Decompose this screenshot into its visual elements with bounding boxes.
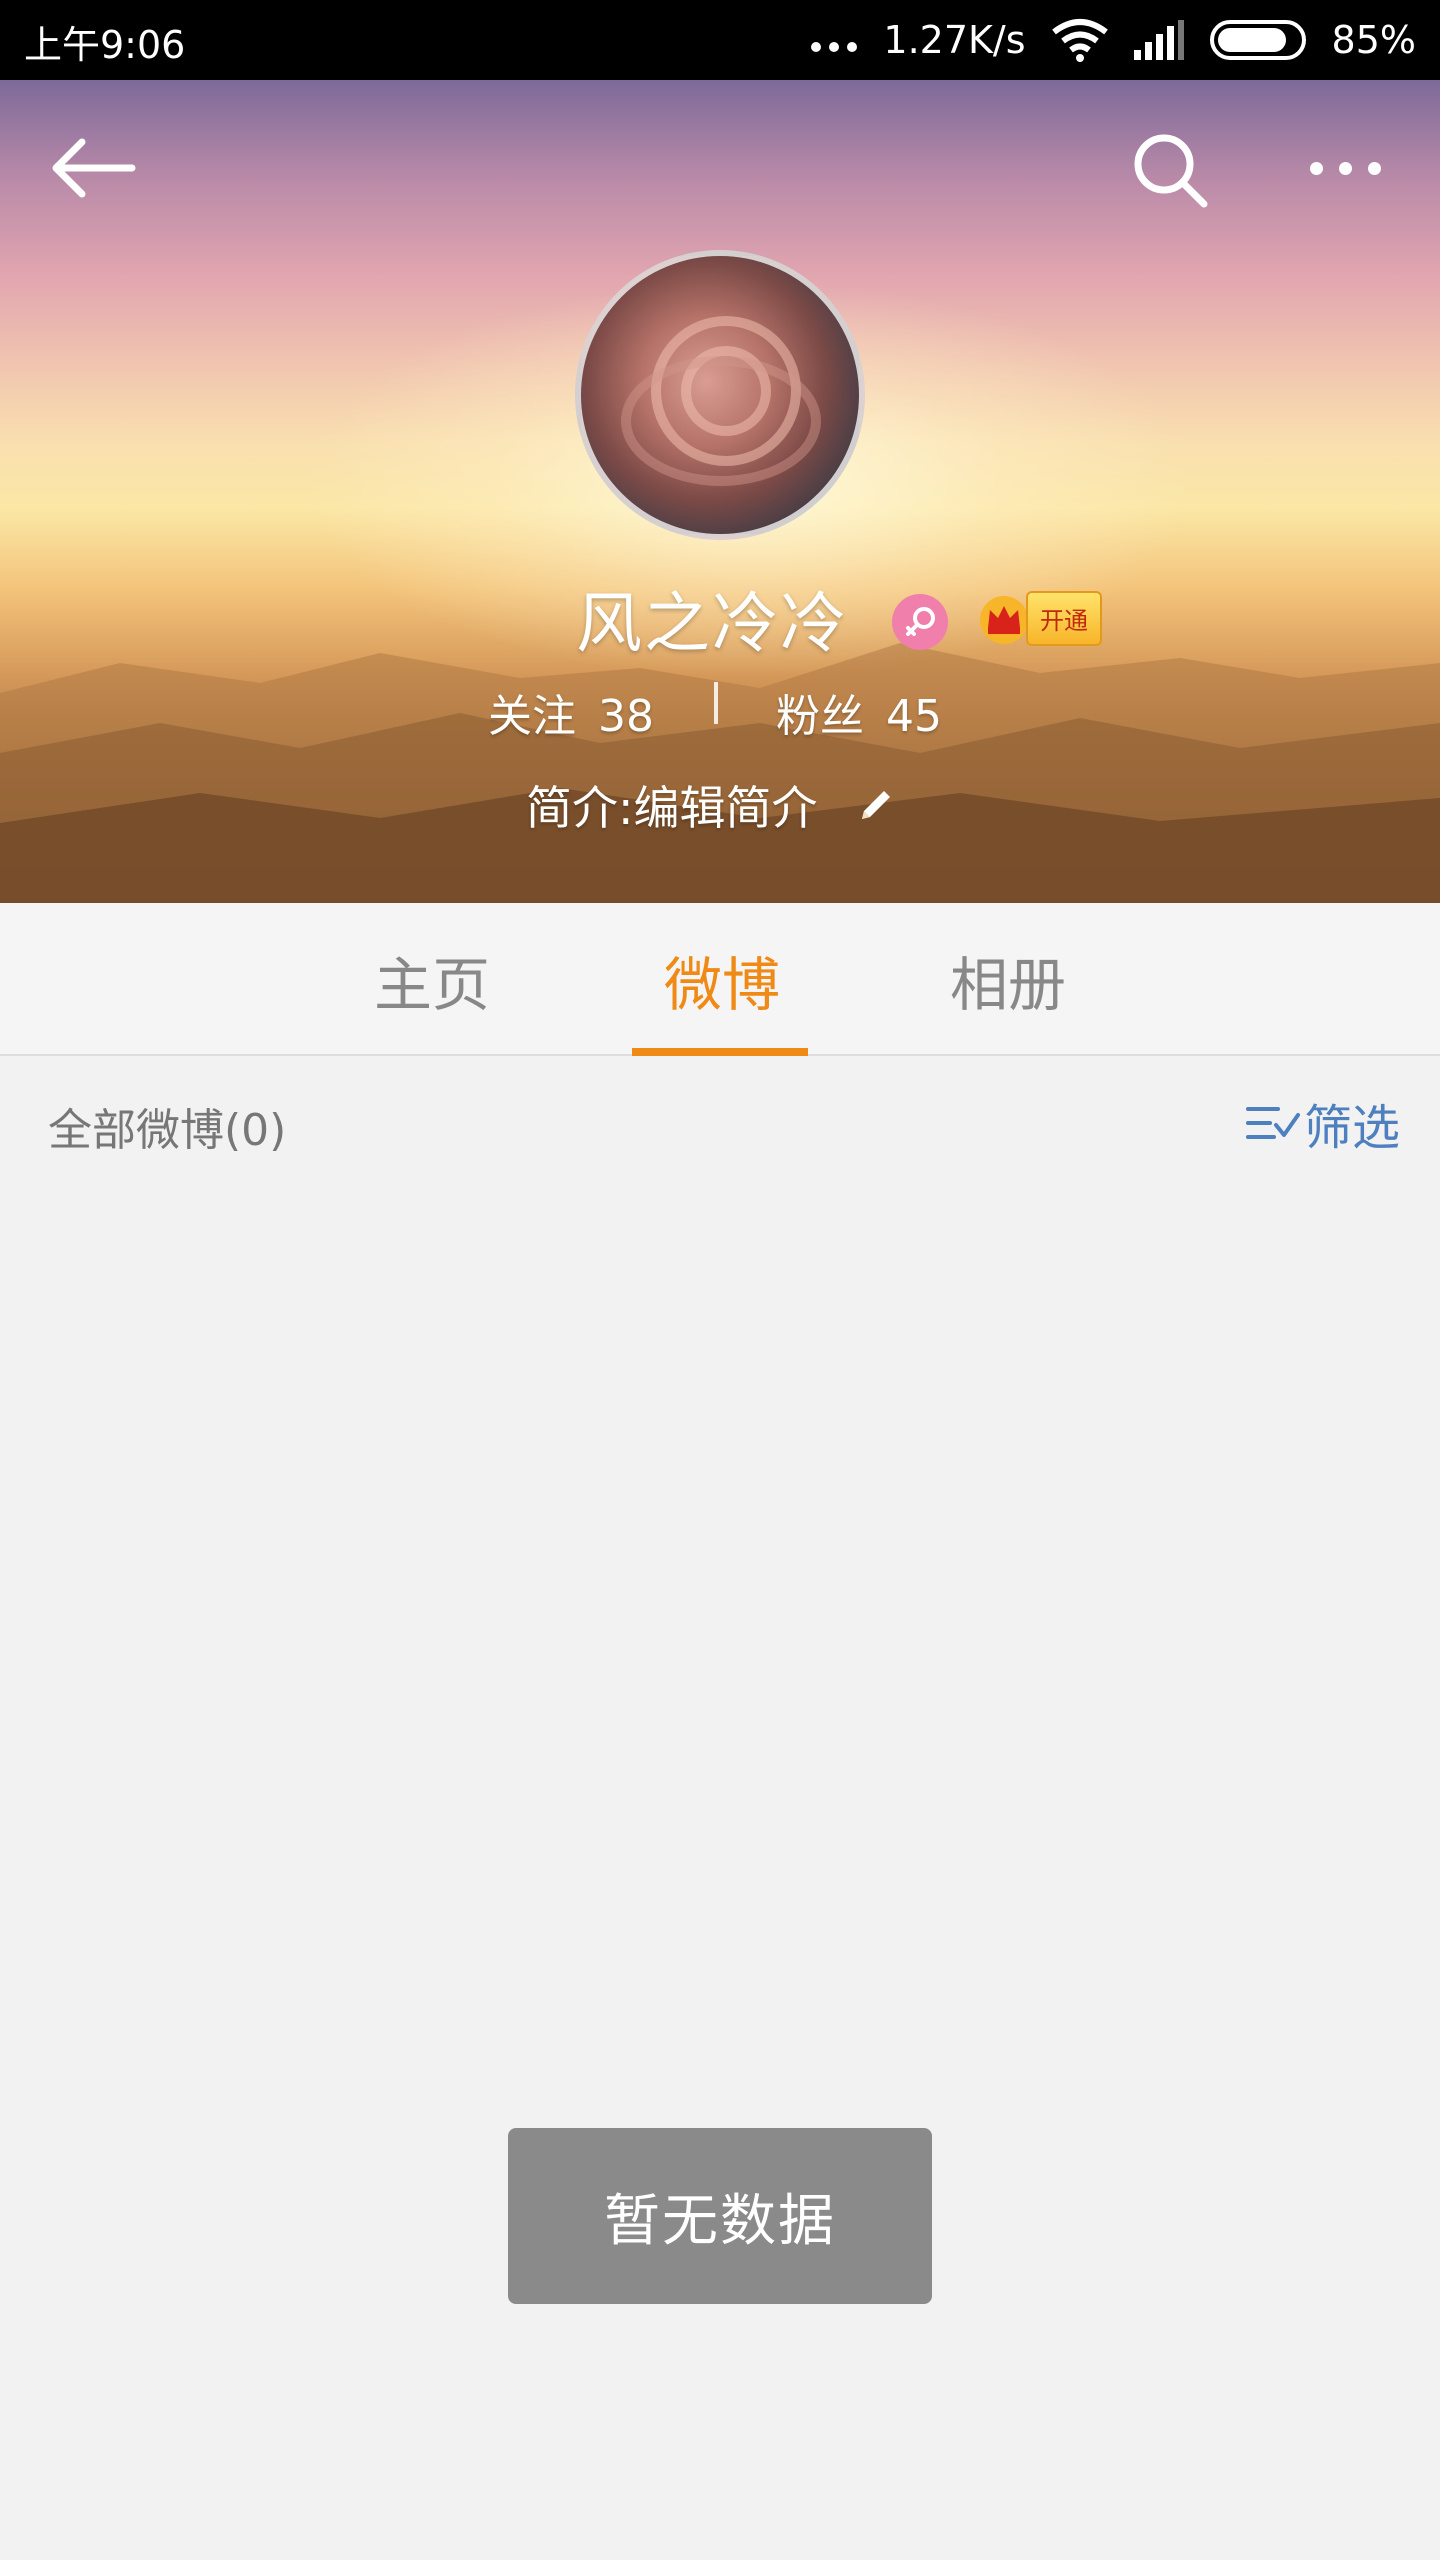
intro-text: 简介:编辑简介	[526, 781, 818, 835]
status-time: 上午9:06	[24, 23, 186, 67]
profile-intro[interactable]: 简介:编辑简介	[526, 770, 898, 840]
signal-icon	[1133, 20, 1184, 60]
profile-stats: 关注 38 粉丝 45	[0, 680, 1440, 750]
notification-dots-icon	[811, 42, 858, 52]
status-right: 1.27K/s 85%	[811, 0, 1416, 80]
following-count[interactable]: 关注 38	[488, 680, 654, 744]
crown-icon	[980, 596, 1028, 644]
more-button[interactable]	[1295, 128, 1395, 208]
filter-list-icon	[1245, 1107, 1300, 1139]
following-value: 38	[598, 691, 654, 742]
tab-album[interactable]: 相册	[918, 903, 1098, 1056]
fans-label: 粉丝	[776, 691, 864, 742]
search-icon	[1134, 134, 1208, 208]
pencil-icon	[861, 791, 890, 819]
vip-label: 开通	[1026, 590, 1102, 646]
vip-open-badge[interactable]: 开通	[976, 588, 1102, 648]
username: 风之冷冷	[576, 585, 848, 662]
wifi-icon	[1051, 19, 1108, 62]
tab-home[interactable]: 主页	[342, 903, 522, 1056]
weibo-list-header: 全部微博(0) 筛选	[0, 1058, 1440, 1178]
fans-count[interactable]: 粉丝 45	[776, 680, 942, 744]
avatar[interactable]	[575, 250, 865, 540]
fans-value: 45	[886, 691, 942, 742]
battery-percent: 85%	[1331, 18, 1416, 62]
tab-weibo[interactable]: 微博	[632, 903, 812, 1056]
all-weibo-count: 全部微博(0)	[48, 1105, 287, 1156]
more-icon	[1309, 161, 1381, 175]
following-label: 关注	[488, 691, 576, 742]
female-icon	[892, 594, 948, 650]
network-speed: 1.27K/s	[883, 18, 1026, 62]
back-button[interactable]	[44, 120, 140, 216]
active-tab-indicator	[632, 1048, 808, 1056]
empty-data-toast: 暂无数据	[508, 2128, 932, 2304]
avatar-petal	[621, 356, 821, 486]
filter-label: 筛选	[1303, 1100, 1400, 1156]
back-arrow-icon	[52, 138, 136, 198]
stats-divider	[714, 682, 718, 724]
filter-button[interactable]: 筛选	[1244, 1088, 1400, 1158]
username-row: 风之冷冷	[0, 570, 1440, 662]
battery-icon	[1209, 20, 1306, 60]
search-button[interactable]	[1125, 125, 1215, 215]
profile-tabs: 主页 微博 相册	[0, 903, 1440, 1056]
status-bar: 上午9:06 1.27K/s 85%	[0, 0, 1440, 80]
